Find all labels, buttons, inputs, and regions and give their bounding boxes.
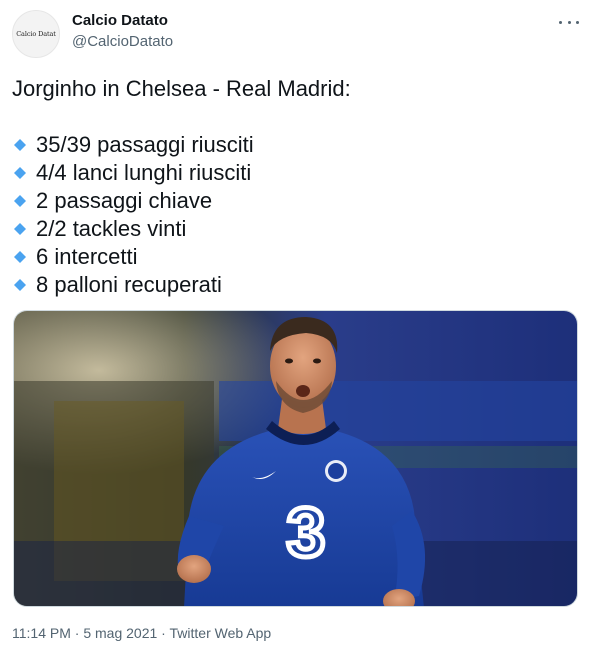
tweet-meta: 11:14 PM · 5 mag 2021 · Twitter Web App [12, 625, 271, 641]
list-item: 2 passaggi chiave [14, 187, 254, 215]
meta-separator: · [157, 625, 170, 641]
small-blue-diamond-icon [14, 279, 26, 291]
list-item: 2/2 tackles vinti [14, 215, 254, 243]
stat-text: 8 palloni recuperati [36, 272, 222, 297]
list-item: 6 intercetti [14, 243, 254, 271]
list-item: 8 palloni recuperati [14, 271, 254, 299]
list-item: 35/39 passaggi riusciti [14, 131, 254, 159]
tweet-time[interactable]: 11:14 PM [12, 625, 71, 641]
small-blue-diamond-icon [14, 223, 26, 235]
author-display-name[interactable]: Calcio Datato [72, 12, 168, 29]
tweet-photo[interactable]: 3 [13, 310, 578, 607]
stats-list: 35/39 passaggi riusciti 4/4 lanci lunghi… [14, 131, 254, 299]
tweet-card: Calcio Datat Calcio Datato @CalcioDatato… [0, 0, 593, 656]
meta-separator: · [70, 625, 84, 641]
tweet-date[interactable]: 5 mag 2021 [83, 625, 157, 641]
more-options-icon[interactable] [559, 13, 579, 31]
list-item: 4/4 lanci lunghi riusciti [14, 159, 254, 187]
jersey-sponsor-logo: 3 [287, 493, 326, 571]
stat-text: 6 intercetti [36, 244, 138, 269]
player-photo: 3 [14, 311, 577, 606]
author-handle[interactable]: @CalcioDatato [72, 33, 173, 50]
stat-text: 2/2 tackles vinti [36, 216, 187, 241]
small-blue-diamond-icon [14, 251, 26, 263]
stat-text: 35/39 passaggi riusciti [36, 132, 254, 157]
small-blue-diamond-icon [14, 139, 26, 151]
tweet-headline: Jorginho in Chelsea - Real Madrid: [12, 76, 351, 101]
stat-text: 2 passaggi chiave [36, 188, 213, 213]
avatar-text: Calcio Datat [16, 30, 56, 38]
author-avatar[interactable]: Calcio Datat [12, 10, 60, 58]
small-blue-diamond-icon [14, 195, 26, 207]
stat-text: 4/4 lanci lunghi riusciti [36, 160, 252, 185]
tweet-source: Twitter Web App [169, 625, 272, 641]
small-blue-diamond-icon [14, 167, 26, 179]
